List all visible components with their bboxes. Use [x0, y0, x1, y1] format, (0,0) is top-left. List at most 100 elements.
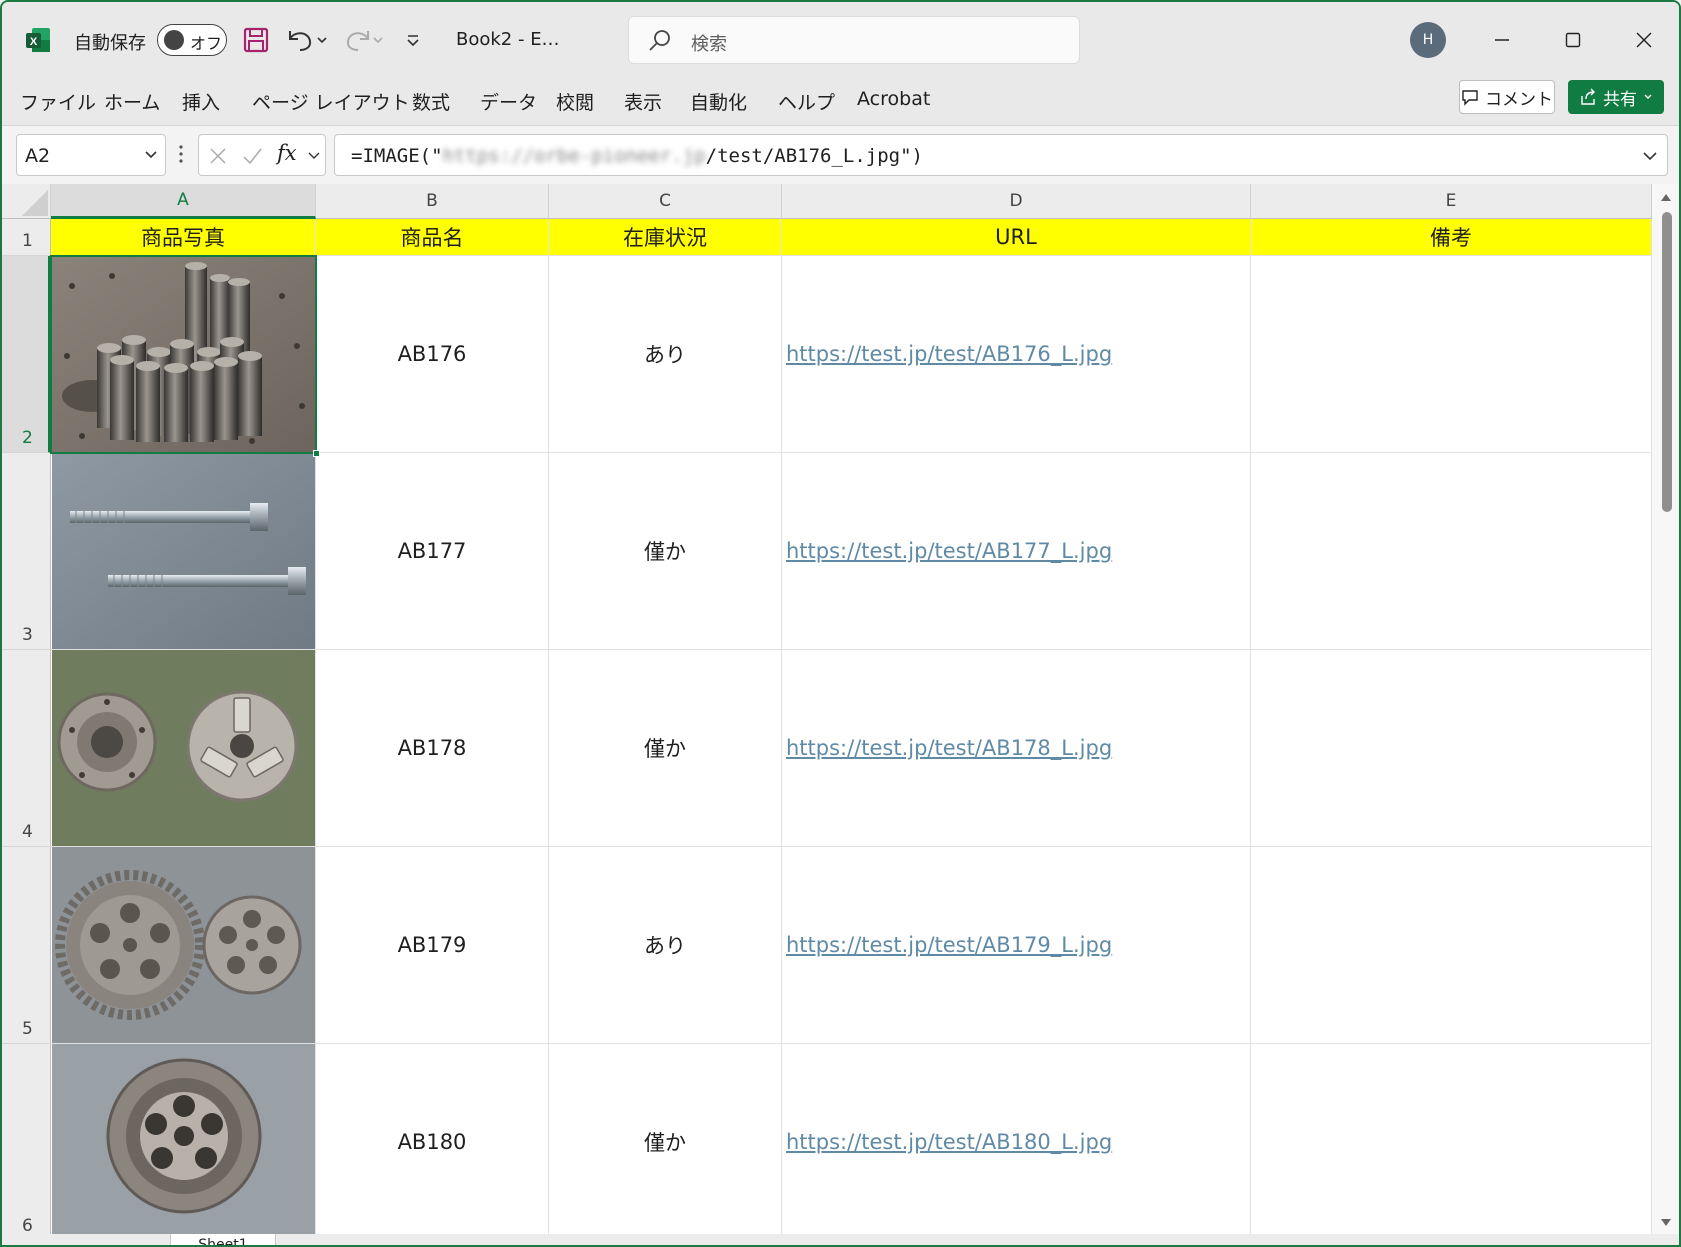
header-cell-name[interactable]: 商品名: [316, 219, 549, 256]
stock-status-cell[interactable]: 僅か: [549, 453, 782, 650]
scroll-up-icon[interactable]: [1660, 192, 1672, 202]
url-link-cell[interactable]: https://test.jp/test/AB180_L.jpg: [782, 1044, 1251, 1234]
row-header-2[interactable]: 2: [2, 256, 51, 453]
expand-formula-bar-icon[interactable]: [1641, 147, 1659, 165]
product-name-cell[interactable]: AB179: [316, 847, 549, 1044]
tab-acrobat[interactable]: Acrobat: [857, 88, 930, 110]
search-placeholder: 検索: [691, 34, 727, 55]
formula-suffix: /test/AB176_L.jpg"): [705, 145, 923, 167]
fill-handle[interactable]: [313, 450, 320, 457]
vertical-scrollbar[interactable]: [1652, 184, 1679, 1234]
toggle-knob: [164, 30, 184, 50]
autosave-toggle[interactable]: オフ: [157, 24, 227, 56]
tab-view[interactable]: 表示: [624, 88, 662, 115]
tab-automate[interactable]: 自動化: [690, 88, 747, 115]
product-image-cell[interactable]: [51, 1044, 316, 1234]
column-header-d[interactable]: D: [782, 184, 1251, 219]
url-link-cell[interactable]: https://test.jp/test/AB178_L.jpg: [782, 650, 1251, 847]
note-cell[interactable]: [1251, 453, 1652, 650]
row-number: 6: [22, 1216, 33, 1234]
url-link-cell[interactable]: https://test.jp/test/AB179_L.jpg: [782, 847, 1251, 1044]
tab-help[interactable]: ヘルプ: [778, 88, 835, 115]
url-link-cell[interactable]: https://test.jp/test/AB176_L.jpg: [782, 256, 1251, 453]
url-link-cell[interactable]: https://test.jp/test/AB177_L.jpg: [782, 453, 1251, 650]
product-image-cell[interactable]: [51, 650, 316, 847]
row-header-4[interactable]: 4: [2, 650, 51, 847]
row-number: 3: [22, 625, 33, 645]
product-name-cell[interactable]: AB176: [316, 256, 549, 453]
stock-status-cell[interactable]: あり: [549, 256, 782, 453]
insert-function-icon[interactable]: fx: [277, 141, 297, 165]
close-button[interactable]: [1624, 20, 1664, 60]
tab-formulas[interactable]: 数式: [412, 88, 450, 115]
worksheet-grid[interactable]: A B C D E 1 2 3 4 5 6 商品写真 商品名 在庫状況 URL …: [2, 184, 1652, 1234]
tab-data[interactable]: データ: [480, 88, 537, 115]
name-box[interactable]: A2: [16, 134, 166, 176]
chuck-parts-photo: [51, 650, 315, 846]
bolts-photo: [51, 453, 315, 649]
name-box-value: A2: [25, 145, 51, 167]
minimize-button[interactable]: [1482, 20, 1522, 60]
chevron-down-icon: [1644, 94, 1652, 99]
tab-insert[interactable]: 挿入: [182, 88, 220, 115]
cancel-icon[interactable]: [207, 145, 229, 167]
product-image-cell[interactable]: [51, 847, 316, 1044]
redo-icon[interactable]: [340, 24, 386, 56]
row-header-6[interactable]: 6: [2, 1044, 51, 1234]
header-cell-note[interactable]: 備考: [1251, 219, 1652, 256]
select-all-button[interactable]: [2, 184, 51, 219]
document-title[interactable]: Book2 - E…: [456, 29, 560, 50]
product-name-cell[interactable]: AB180: [316, 1044, 549, 1234]
column-header-b[interactable]: B: [316, 184, 549, 219]
comment-icon: [1462, 90, 1478, 106]
scroll-down-icon[interactable]: [1660, 1218, 1672, 1228]
excel-app-icon: X: [26, 28, 50, 52]
product-name-cell[interactable]: AB177: [316, 453, 549, 650]
enter-icon[interactable]: [241, 145, 263, 167]
undo-icon[interactable]: [284, 24, 330, 56]
autosave-state: オフ: [190, 34, 223, 53]
column-header-e[interactable]: E: [1251, 184, 1652, 219]
row-number: 2: [22, 428, 33, 448]
row-number: 5: [22, 1019, 33, 1039]
note-cell[interactable]: [1251, 650, 1652, 847]
product-name-cell[interactable]: AB178: [316, 650, 549, 847]
formula-blurred-domain: https://orbe-pioneer.jp: [442, 145, 706, 167]
header-cell-stock[interactable]: 在庫状況: [549, 219, 782, 256]
note-cell[interactable]: [1251, 1044, 1652, 1234]
row-header-5[interactable]: 5: [2, 847, 51, 1044]
scrollbar-thumb[interactable]: [1662, 212, 1672, 512]
user-avatar[interactable]: H: [1410, 22, 1446, 58]
comment-button[interactable]: コメント: [1459, 80, 1555, 114]
metal-cylinders-photo: [51, 256, 315, 452]
row-header-1[interactable]: 1: [2, 219, 51, 256]
search-icon: [649, 30, 670, 51]
product-image-cell[interactable]: [51, 453, 316, 650]
maximize-button[interactable]: [1553, 20, 1593, 60]
stock-status-cell[interactable]: あり: [549, 847, 782, 1044]
search-box[interactable]: 検索: [628, 16, 1080, 64]
tab-file[interactable]: ファイル: [20, 88, 96, 115]
save-icon[interactable]: [240, 24, 272, 56]
tab-page-layout[interactable]: ページ レイアウト: [252, 88, 410, 115]
column-header-c[interactable]: C: [549, 184, 782, 219]
product-image-cell[interactable]: [51, 256, 316, 453]
formula-input[interactable]: =IMAGE("https://orbe-pioneer.jp/test/AB1…: [334, 134, 1668, 176]
share-button[interactable]: 共有: [1568, 80, 1664, 114]
row-header-3[interactable]: 3: [2, 453, 51, 650]
row-number: 1: [22, 231, 33, 251]
note-cell[interactable]: [1251, 847, 1652, 1044]
note-cell[interactable]: [1251, 256, 1652, 453]
more-options-icon[interactable]: [178, 142, 184, 166]
column-header-a[interactable]: A: [51, 184, 316, 219]
header-cell-url[interactable]: URL: [782, 219, 1251, 256]
sheet-tab[interactable]: Sheet1: [170, 1234, 276, 1245]
chevron-down-icon[interactable]: [307, 149, 321, 163]
stock-status-cell[interactable]: 僅か: [549, 1044, 782, 1234]
customize-qat-icon[interactable]: [402, 24, 424, 56]
stock-status-cell[interactable]: 僅か: [549, 650, 782, 847]
tab-home[interactable]: ホーム: [104, 88, 160, 115]
header-cell-photo[interactable]: 商品写真: [51, 219, 316, 256]
tab-review[interactable]: 校閲: [556, 88, 594, 115]
autosave-label: 自動保存: [74, 33, 146, 54]
